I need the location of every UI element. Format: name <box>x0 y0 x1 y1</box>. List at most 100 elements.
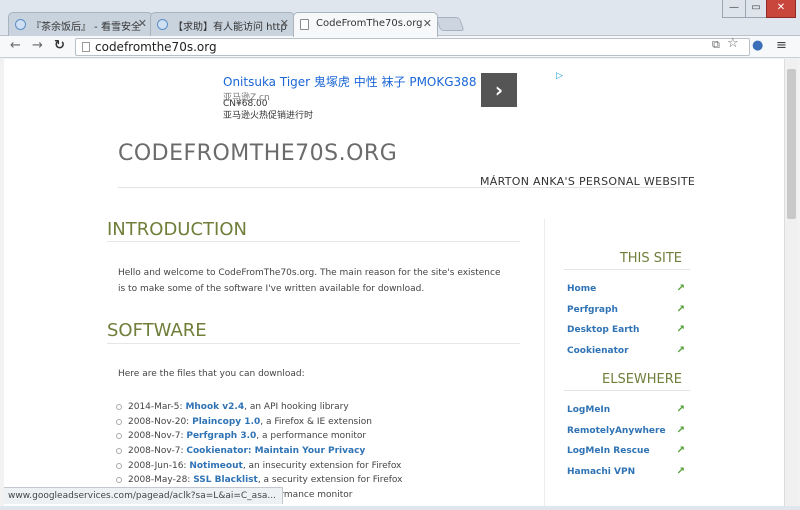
sidebar-link-label[interactable]: LogMeIn Rescue <box>567 446 650 456</box>
list-item: 2008-Nov-20: Plaincopy 1.0, a Firefox & … <box>116 417 402 432</box>
minimize-button[interactable]: — <box>722 0 746 18</box>
page-icon <box>300 19 309 30</box>
introduction-heading: INTRODUCTION <box>107 219 247 240</box>
tab-label: CodeFromThe70s.org <box>316 18 423 29</box>
tab-label: 『茶余饭后』 - 看雪安全 <box>31 22 141 33</box>
sidebar-link-label[interactable]: RemotelyAnywhere <box>567 426 666 436</box>
sidebar-link-cookienator[interactable]: Cookienator ↗ <box>567 345 685 356</box>
sidebar-link-label[interactable]: Cookienator <box>567 346 629 356</box>
translate-icon[interactable]: ⧉ <box>712 38 720 52</box>
globe-icon <box>157 19 168 30</box>
ad-title[interactable]: Onitsuka Tiger 鬼塚虎 中性 袜子 PMOKG388 <box>223 73 476 90</box>
software-intro: Here are the files that you can download… <box>118 369 305 379</box>
sidebar-link-home[interactable]: Home ↗ <box>567 283 685 294</box>
download-link[interactable]: SSL Blacklist <box>193 475 258 485</box>
download-desc: , a security extension for Firefox <box>257 475 403 486</box>
arrow-icon: ↗ <box>676 283 685 294</box>
sidebar-link-hamachi-vpn[interactable]: Hamachi VPN ↗ <box>567 466 685 477</box>
bullet-icon <box>116 433 122 440</box>
header-divider <box>118 187 674 188</box>
download-link[interactable]: Perfgraph 3.0 <box>186 431 256 441</box>
bullet-icon <box>116 448 122 455</box>
forward-icon[interactable]: → <box>32 38 43 53</box>
download-link[interactable]: Plaincopy 1.0 <box>192 417 260 427</box>
download-date: 2008-Nov-20: <box>128 416 190 427</box>
section-divider <box>107 241 520 242</box>
download-desc: , an insecurity extension for Firefox <box>242 460 402 471</box>
list-item: 2008-Jun-16: Notimeout, an insecurity ex… <box>116 461 402 476</box>
sidebar-link-label[interactable]: Home <box>567 284 596 294</box>
tab-codefromthe70s[interactable]: CodeFromThe70s.org ✕ <box>293 12 438 37</box>
download-link[interactable]: Cookienator: Maintain Your Privacy <box>186 446 365 456</box>
ad-promo-text: 亚马逊火热促销进行时 <box>223 111 314 121</box>
sidebar-link-label[interactable]: LogMeIn <box>567 405 610 415</box>
column-divider <box>544 219 545 506</box>
arrow-icon: ↗ <box>676 466 685 477</box>
sidebar-divider <box>564 269 690 270</box>
this-site-heading: THIS SITE <box>619 251 682 266</box>
browser-titlebar: 『茶余饭后』 - 看雪安全 ✕ 【求助】有人能访问 http ✕ CodeFro… <box>0 0 800 37</box>
arrow-icon: ↗ <box>676 345 685 356</box>
sidebar-link-remotelyanywhere[interactable]: RemotelyAnywhere ↗ <box>567 425 685 436</box>
download-desc: , an API hooking library <box>244 402 349 412</box>
new-tab-button[interactable] <box>435 17 465 31</box>
download-desc: , a Firefox & IE extension <box>260 416 372 427</box>
arrow-icon: ↗ <box>676 445 685 456</box>
software-heading: SOFTWARE <box>107 320 207 341</box>
sidebar-link-logmein-rescue[interactable]: LogMeIn Rescue ↗ <box>567 445 685 456</box>
globe-icon <box>15 19 26 30</box>
browser-toolbar: ← → ↻ codefromthe70s.org ⧉ ☆ ● ≡ <box>0 36 800 58</box>
sidebar-link-desktop-earth[interactable]: Desktop Earth ↗ <box>567 324 685 335</box>
bullet-icon <box>116 418 122 425</box>
download-link[interactable]: Mhook v2.4 <box>185 402 244 412</box>
adchoices-icon[interactable]: ▷ <box>556 71 563 81</box>
scrollbar-thumb[interactable] <box>787 69 796 219</box>
intro-paragraph: Hello and welcome to CodeFromThe70s.org.… <box>118 268 501 294</box>
download-date: 2008-Nov-7: <box>128 431 184 442</box>
url-text[interactable]: codefromthe70s.org <box>95 40 217 54</box>
site-title[interactable]: CODEFROMTHE70S.ORG <box>118 141 397 166</box>
elsewhere-heading: ELSEWHERE <box>601 372 682 387</box>
list-item: 2014-Mar-5: Mhook v2.4, an API hooking l… <box>116 402 402 417</box>
close-tab-icon[interactable]: ✕ <box>423 17 432 30</box>
window-frame-bottom <box>0 506 800 510</box>
close-window-button[interactable]: ✕ <box>766 0 796 18</box>
arrow-icon: ↗ <box>676 324 685 335</box>
sidebar-link-label[interactable]: Hamachi VPN <box>567 467 635 477</box>
sidebar-link-perfgraph[interactable]: Perfgraph ↗ <box>567 304 685 315</box>
download-desc: , a performance monitor <box>256 431 367 442</box>
list-item: 2008-Nov-7: Cookienator: Maintain Your P… <box>116 446 402 461</box>
page-icon <box>82 42 90 52</box>
bullet-icon <box>116 477 122 484</box>
maximize-button[interactable]: ▭ <box>745 0 767 18</box>
reload-icon[interactable]: ↻ <box>54 38 65 53</box>
arrow-icon: ↗ <box>676 404 685 415</box>
download-link[interactable]: Notimeout <box>189 461 242 471</box>
download-date: 2014-Mar-5: <box>128 402 183 412</box>
arrow-icon: ↗ <box>676 425 685 436</box>
bullet-icon <box>116 404 122 410</box>
sidebar-link-label[interactable]: Perfgraph <box>567 305 618 315</box>
status-bar: www.googleadservices.com/pagead/aclk?sa=… <box>4 487 283 504</box>
close-tab-icon[interactable]: ✕ <box>280 17 289 30</box>
close-tab-icon[interactable]: ✕ <box>138 17 147 30</box>
arrow-icon: ↗ <box>676 304 685 315</box>
sidebar-link-logmein[interactable]: LogMeIn ↗ <box>567 404 685 415</box>
menu-icon[interactable]: ≡ <box>776 38 787 53</box>
address-bar[interactable]: codefromthe70s.org <box>75 38 750 56</box>
section-divider <box>107 343 520 344</box>
tab-kanxue[interactable]: 『茶余饭后』 - 看雪安全 ✕ <box>8 12 153 36</box>
download-date: 2008-Jun-16: <box>128 460 187 471</box>
ad-arrow-button[interactable]: › <box>481 73 517 107</box>
sidebar-divider <box>564 390 690 391</box>
back-icon[interactable]: ← <box>10 38 21 53</box>
extension-icon[interactable]: ● <box>752 38 763 53</box>
list-item: 2008-Nov-7: Perfgraph 3.0, a performance… <box>116 431 402 446</box>
tab-label: 【求助】有人能访问 http <box>173 22 287 33</box>
download-date: 2008-Nov-7: <box>128 446 184 457</box>
tab-help[interactable]: 【求助】有人能访问 http ✕ <box>150 12 295 36</box>
ad-banner[interactable]: Onitsuka Tiger 鬼塚虎 中性 袜子 PMOKG388 亚马逊Z.c… <box>219 71 567 121</box>
sidebar-link-label[interactable]: Desktop Earth <box>567 325 639 335</box>
vertical-scrollbar[interactable] <box>784 59 798 506</box>
star-icon[interactable]: ☆ <box>727 36 739 51</box>
